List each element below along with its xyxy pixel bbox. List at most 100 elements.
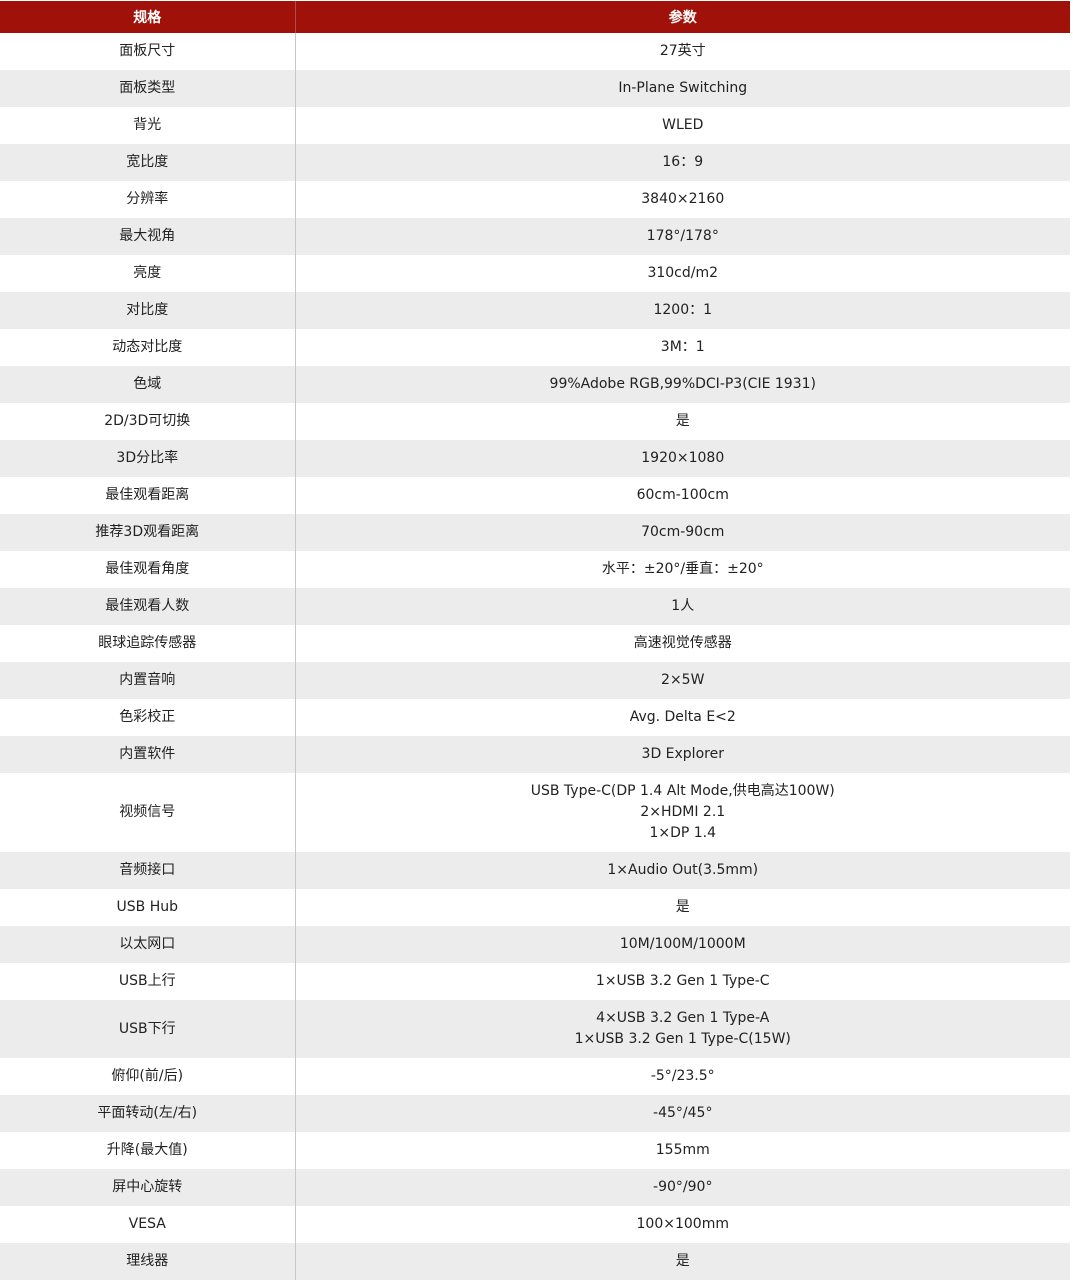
spec-value: 1×Audio Out(3.5mm) xyxy=(295,852,1070,889)
spec-label: 最佳观看角度 xyxy=(0,551,296,588)
table-row: 平面转动(左/右) -45°/45° xyxy=(0,1095,1070,1132)
table-row: 屏中心旋转 -90°/90° xyxy=(0,1169,1070,1206)
spec-value: 10M/100M/1000M xyxy=(295,926,1070,963)
spec-label: 最大视角 xyxy=(0,218,296,255)
spec-value: USB Type-C(DP 1.4 Alt Mode,供电高达100W) 2×HD… xyxy=(295,773,1070,852)
spec-label: 2D/3D可切换 xyxy=(0,403,296,440)
spec-value: WLED xyxy=(295,107,1070,144)
table-row: VESA 100×100mm xyxy=(0,1206,1070,1243)
table-row: 理线器 是 xyxy=(0,1243,1070,1280)
spec-value: 100×100mm xyxy=(295,1206,1070,1243)
spec-table: 规格 参数 面板尺寸 27英寸 面板类型 In-Plane Switching 背光 WL… xyxy=(0,1,1070,1280)
spec-value-line: 是 xyxy=(675,899,690,915)
spec-value-line: In-Plane Switching xyxy=(618,80,748,96)
spec-value-line: USB Type-C(DP 1.4 Alt Mode,供电高达100W) xyxy=(530,783,835,799)
spec-label: 以太网口 xyxy=(0,926,296,963)
spec-value-line: 4×USB 3.2 Gen 1 Type-A xyxy=(596,1010,770,1026)
spec-value: In-Plane Switching xyxy=(295,70,1070,107)
spec-value-line: WLED xyxy=(662,117,704,133)
spec-label: VESA xyxy=(0,1206,296,1243)
table-row: 2D/3D可切换 是 xyxy=(0,403,1070,440)
spec-label: 色域 xyxy=(0,366,296,403)
spec-value: 1×USB 3.2 Gen 1 Type-C xyxy=(295,963,1070,1000)
table-row: USB下行 4×USB 3.2 Gen 1 Type-A 1×USB 3.2 Gen… xyxy=(0,1000,1070,1058)
spec-value: 155mm xyxy=(295,1132,1070,1169)
spec-value-line: 是 xyxy=(675,413,690,429)
spec-value-line: 是 xyxy=(675,1253,690,1269)
spec-value-line: 178°/178° xyxy=(646,228,719,244)
spec-value-line: 10M/100M/1000M xyxy=(619,936,746,952)
spec-value-line: 310cd/m2 xyxy=(647,265,719,281)
spec-value: 99%Adobe RGB,99%DCI-P3(CIE 1931) xyxy=(295,366,1070,403)
table-row: 内置音响 2×5W xyxy=(0,662,1070,699)
spec-table-body: 面板尺寸 27英寸 面板类型 In-Plane Switching 背光 WLED 宽比度 1… xyxy=(0,33,1070,1280)
spec-value-line: -45°/45° xyxy=(653,1105,713,1121)
spec-value-line: 1人 xyxy=(671,598,695,614)
spec-label: 推荐3D观看距离 xyxy=(0,514,296,551)
spec-value-line: 3840×2160 xyxy=(641,191,725,207)
table-row: 推荐3D观看距离 70cm-90cm xyxy=(0,514,1070,551)
header-spec: 规格 xyxy=(0,1,296,33)
spec-label: 面板类型 xyxy=(0,70,296,107)
spec-label: 面板尺寸 xyxy=(0,33,296,70)
spec-label: 视频信号 xyxy=(0,773,296,852)
spec-label: 内置音响 xyxy=(0,662,296,699)
spec-value: 高速视觉传感器 xyxy=(295,625,1070,662)
spec-label: 眼球追踪传感器 xyxy=(0,625,296,662)
spec-value-line: 1×DP 1.4 xyxy=(649,825,717,841)
spec-label: 最佳观看人数 xyxy=(0,588,296,625)
spec-value: 1200：1 xyxy=(295,292,1070,329)
spec-value: Avg. Delta E<2 xyxy=(295,699,1070,736)
table-row: USB Hub 是 xyxy=(0,889,1070,926)
spec-label: 色彩校正 xyxy=(0,699,296,736)
table-row: 亮度 310cd/m2 xyxy=(0,255,1070,292)
table-row: 色域 99%Adobe RGB,99%DCI-P3(CIE 1931) xyxy=(0,366,1070,403)
table-row: 内置软件 3D Explorer xyxy=(0,736,1070,773)
spec-value-line: 1×Audio Out(3.5mm) xyxy=(607,862,759,878)
table-row: 眼球追踪传感器 高速视觉传感器 xyxy=(0,625,1070,662)
table-header-row: 规格 参数 xyxy=(0,1,1070,33)
spec-value-line: 高速视觉传感器 xyxy=(633,635,732,651)
spec-value-line: 3M：1 xyxy=(660,339,705,355)
spec-value: 3M：1 xyxy=(295,329,1070,366)
table-row: 3D分比率 1920×1080 xyxy=(0,440,1070,477)
spec-label: 升降(最大值) xyxy=(0,1132,296,1169)
spec-value-line: 100×100mm xyxy=(636,1216,729,1232)
spec-value: 4×USB 3.2 Gen 1 Type-A 1×USB 3.2 Gen 1 Ty… xyxy=(295,1000,1070,1058)
spec-value: 16：9 xyxy=(295,144,1070,181)
spec-value: 水平：±20°/垂直：±20° xyxy=(295,551,1070,588)
table-row: 升降(最大值) 155mm xyxy=(0,1132,1070,1169)
spec-value: 是 xyxy=(295,889,1070,926)
table-row: 对比度 1200：1 xyxy=(0,292,1070,329)
table-row: 动态对比度 3M：1 xyxy=(0,329,1070,366)
spec-value: 310cd/m2 xyxy=(295,255,1070,292)
spec-value-line: 70cm-90cm xyxy=(641,524,725,540)
table-row: 分辨率 3840×2160 xyxy=(0,181,1070,218)
spec-label: 宽比度 xyxy=(0,144,296,181)
table-row: 最大视角 178°/178° xyxy=(0,218,1070,255)
spec-label: 理线器 xyxy=(0,1243,296,1280)
spec-value-line: 水平：±20°/垂直：±20° xyxy=(601,561,764,577)
spec-value-line: 1200：1 xyxy=(653,302,713,318)
spec-value: 是 xyxy=(295,1243,1070,1280)
table-row: 音频接口 1×Audio Out(3.5mm) xyxy=(0,852,1070,889)
spec-value: 27英寸 xyxy=(295,33,1070,70)
table-row: 面板尺寸 27英寸 xyxy=(0,33,1070,70)
spec-value: 是 xyxy=(295,403,1070,440)
table-row: 以太网口 10M/100M/1000M xyxy=(0,926,1070,963)
spec-label: 动态对比度 xyxy=(0,329,296,366)
table-row: 最佳观看人数 1人 xyxy=(0,588,1070,625)
spec-label: 亮度 xyxy=(0,255,296,292)
spec-value-line: -5°/23.5° xyxy=(650,1068,715,1084)
spec-value-line: 16：9 xyxy=(662,154,704,170)
table-row: 背光 WLED xyxy=(0,107,1070,144)
spec-label: USB下行 xyxy=(0,1000,296,1058)
spec-value-line: -90°/90° xyxy=(653,1179,713,1195)
table-row: 最佳观看角度 水平：±20°/垂直：±20° xyxy=(0,551,1070,588)
table-row: 视频信号 USB Type-C(DP 1.4 Alt Mode,供电高达100W)… xyxy=(0,773,1070,852)
spec-value-line: 2×5W xyxy=(661,672,705,688)
spec-value: 70cm-90cm xyxy=(295,514,1070,551)
spec-label: 对比度 xyxy=(0,292,296,329)
spec-value: 3D Explorer xyxy=(295,736,1070,773)
table-row: 最佳观看距离 60cm-100cm xyxy=(0,477,1070,514)
